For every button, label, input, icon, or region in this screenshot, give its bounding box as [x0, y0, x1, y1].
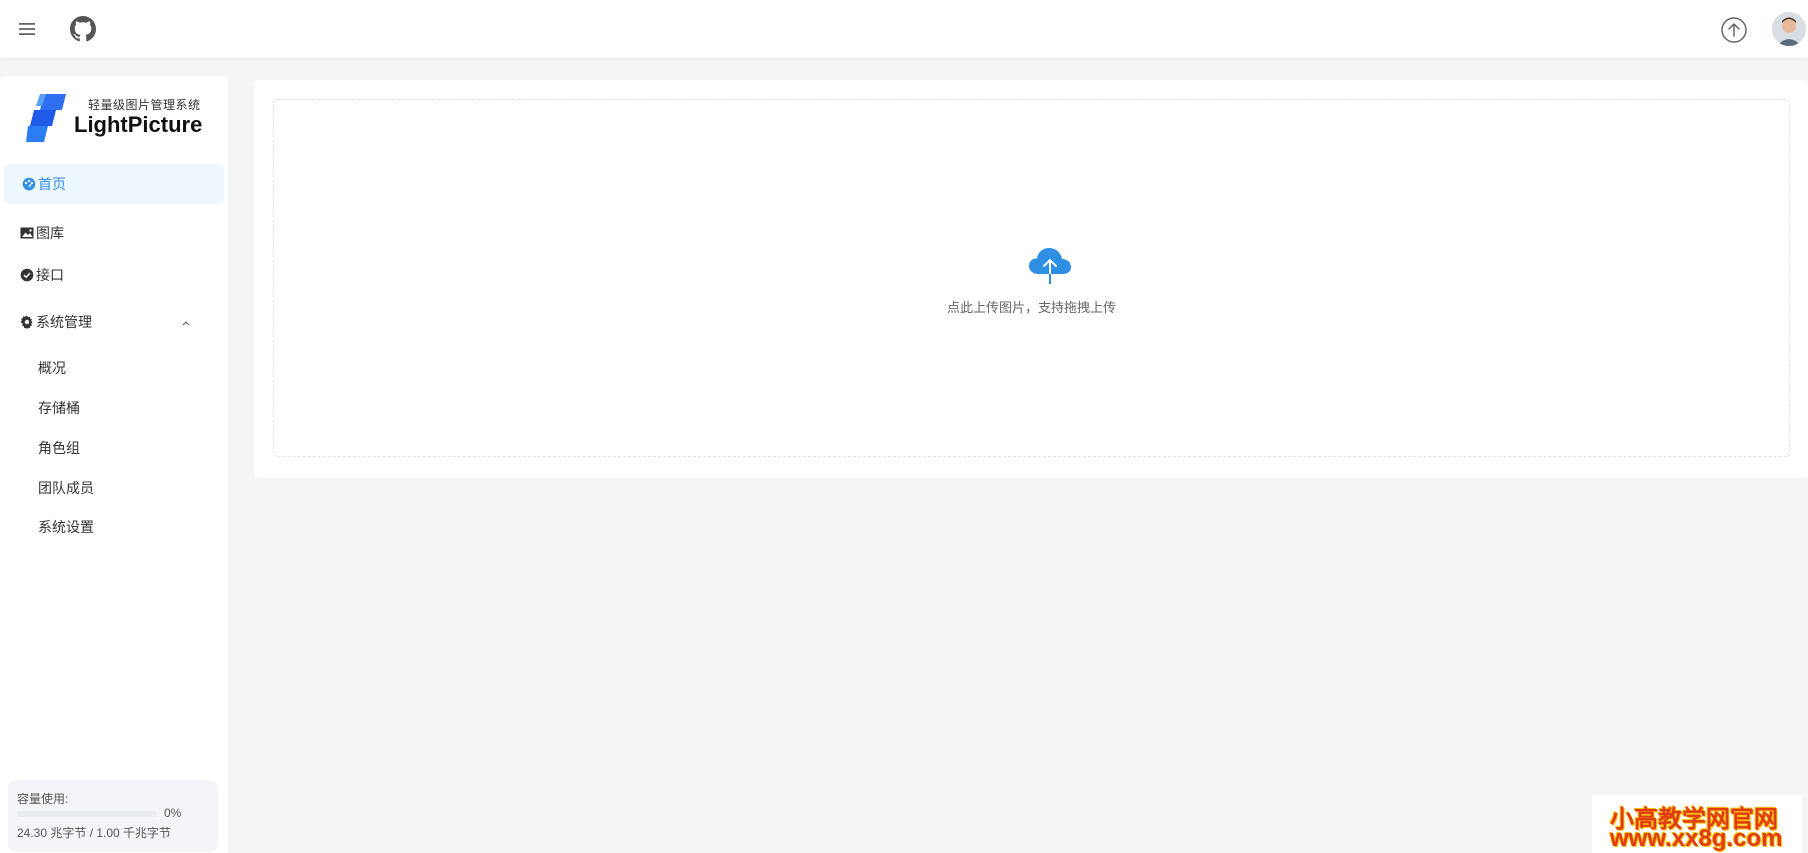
sidebar-item-home[interactable]: 首页: [4, 164, 224, 204]
sidebar-item-api[interactable]: 接口: [2, 255, 222, 295]
upload-hint: 点此上传图片，支持拖拽上传: [946, 300, 1116, 315]
logo-subtitle: 轻量级图片管理系统: [88, 98, 201, 112]
sidebar-item-label: 首页: [38, 176, 66, 192]
sidebar-subitem-members[interactable]: 团队成员: [38, 478, 94, 498]
sidebar-subitem-settings[interactable]: 系统设置: [38, 517, 94, 537]
watermark-line-2: www.xx8g.com: [1610, 825, 1783, 852]
sidebar-item-label: 图库: [36, 225, 64, 241]
sidebar-item-gallery[interactable]: 图库: [2, 213, 222, 253]
watermark: 小高教学网官网 www.xx8g.com: [1592, 795, 1802, 853]
storage-usage: 容量使用: 0% 24.30 兆字节 / 1.00 千兆字节: [8, 780, 218, 852]
chevron-up-icon[interactable]: [180, 316, 192, 328]
sidebar-subitem-roles[interactable]: 角色组: [38, 438, 80, 458]
github-icon[interactable]: [70, 16, 96, 42]
logo[interactable]: 轻量级图片管理系统 LightPicture: [26, 92, 206, 144]
cloud-upload-icon: [1027, 246, 1073, 286]
image-icon: [20, 226, 34, 240]
sidebar-subitem-overview[interactable]: 概况: [38, 358, 66, 378]
dashboard-icon: [22, 177, 36, 191]
gear-icon: [20, 315, 34, 329]
sidebar-item-system-management[interactable]: 系统管理: [2, 302, 222, 342]
logo-title: LightPicture: [74, 112, 203, 137]
sidebar-subitem-storage[interactable]: 存储桶: [38, 398, 80, 418]
usage-size: 24.30 兆字节 / 1.00 千兆字节: [17, 826, 172, 840]
top-header: [0, 0, 1808, 58]
upload-dropzone[interactable]: 点此上传图片，支持拖拽上传: [273, 99, 1790, 457]
avatar[interactable]: [1772, 12, 1806, 46]
check-circle-icon: [20, 268, 34, 282]
upload-card: 点此上传图片，支持拖拽上传: [254, 80, 1808, 478]
sidebar: 轻量级图片管理系统 LightPicture 首页 图库 接口 系统管理 概况 …: [0, 76, 228, 853]
usage-percent: 0%: [164, 806, 182, 820]
upload-circle-icon[interactable]: [1720, 16, 1748, 44]
sidebar-item-label: 系统管理: [36, 314, 92, 330]
usage-progress-bar: [17, 811, 157, 817]
menu-icon[interactable]: [14, 16, 40, 42]
sidebar-item-label: 接口: [36, 267, 64, 283]
usage-label: 容量使用:: [17, 792, 69, 806]
